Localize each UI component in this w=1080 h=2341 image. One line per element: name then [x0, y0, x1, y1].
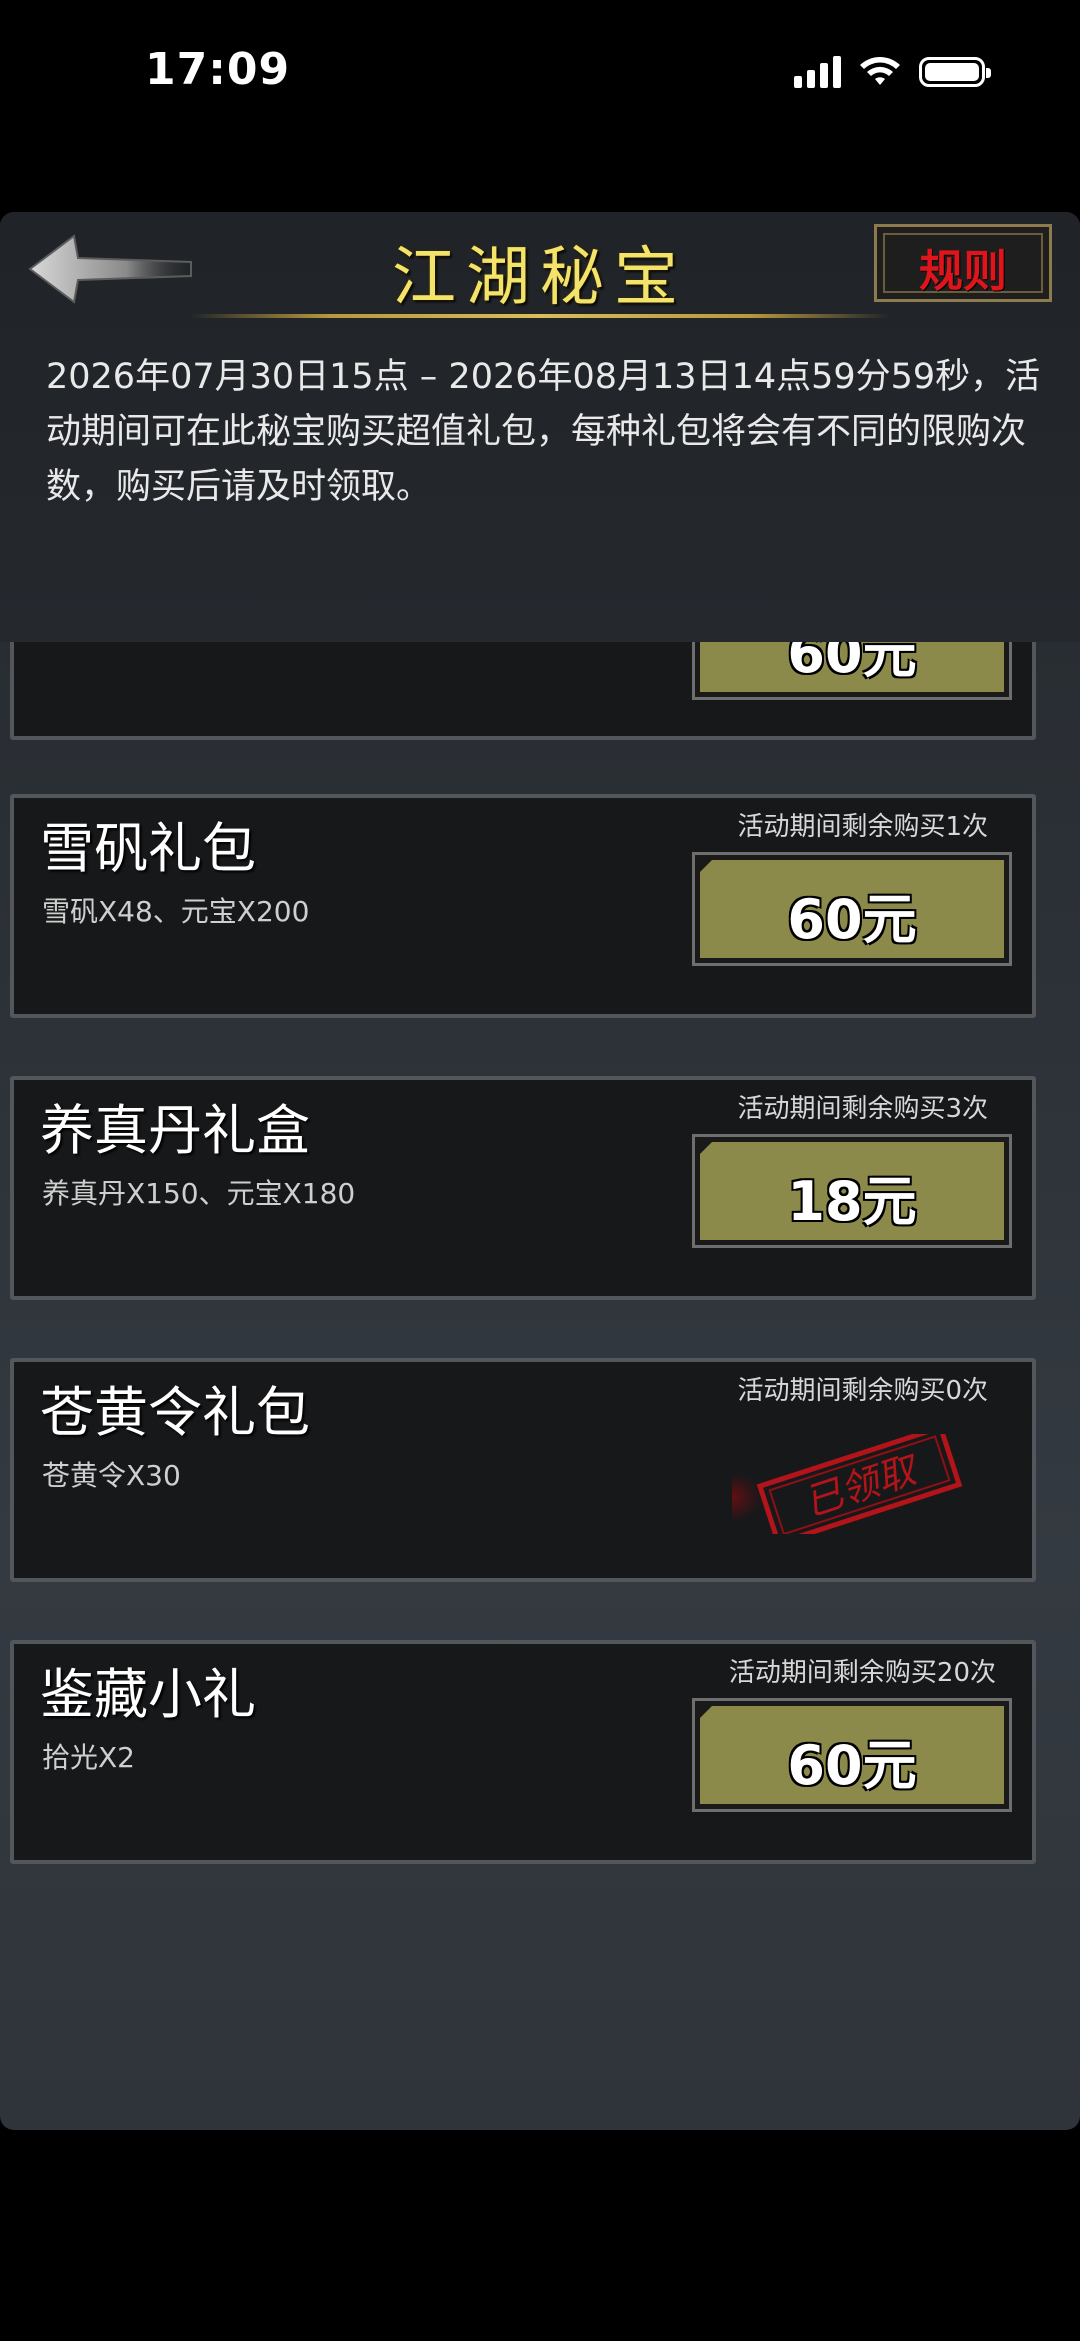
package-title: 雪矾礼包 — [40, 817, 256, 880]
price-button[interactable]: 60元 — [692, 852, 1012, 966]
wifi-icon — [860, 57, 900, 85]
claimed-stamp: 已领取 — [732, 1434, 963, 1534]
list-item: 鉴藏小礼 拾光X2 活动期间剩余购买20次 60元 — [10, 1640, 1036, 1864]
price-button[interactable]: 60元 — [692, 1698, 1012, 1812]
purchase-remaining: 活动期间剩余购买20次 — [728, 1658, 996, 1688]
treasure-panel: 60元 雪矾礼包 雪矾X48、元宝X200 活动期间剩余购买1次 60元 养真丹… — [0, 212, 1080, 2130]
cellular-signal-icon — [794, 56, 841, 88]
title-divider — [190, 314, 890, 318]
list-item: 苍黄令礼包 苍黄令X30 活动期间剩余购买0次 已领取 — [10, 1358, 1036, 1582]
package-title: 苍黄令礼包 — [40, 1381, 310, 1444]
package-contents: 雪矾X48、元宝X200 — [42, 895, 310, 928]
package-contents: 拾光X2 — [42, 1741, 135, 1774]
purchase-remaining: 活动期间剩余购买3次 — [737, 1094, 988, 1124]
status-icons — [794, 52, 991, 92]
battery-icon — [919, 57, 991, 87]
rules-button[interactable]: 规则 — [874, 224, 1052, 302]
price-button[interactable]: 18元 — [692, 1134, 1012, 1248]
price-label: 60元 — [787, 888, 917, 951]
rules-label: 规则 — [919, 246, 1007, 297]
price-label: 60元 — [787, 1734, 917, 1797]
purchase-remaining: 活动期间剩余购买1次 — [737, 812, 988, 842]
price-label: 18元 — [787, 1170, 917, 1233]
event-description: 2026年07月30日15点 – 2026年08月13日14点59分59秒，活动… — [46, 357, 1041, 507]
purchase-remaining: 活动期间剩余购买0次 — [737, 1376, 988, 1406]
status-time: 17:09 — [145, 44, 291, 95]
package-title: 养真丹礼盒 — [40, 1099, 310, 1162]
status-bar: 17:09 — [0, 0, 1080, 150]
package-title: 鉴藏小礼 — [40, 1663, 256, 1726]
package-contents: 养真丹X150、元宝X180 — [42, 1177, 356, 1210]
package-contents: 苍黄令X30 — [42, 1459, 181, 1492]
list-item: 雪矾礼包 雪矾X48、元宝X200 活动期间剩余购买1次 60元 — [10, 794, 1036, 1018]
header: 江湖秘宝 规则 2026年07月30日15点 – 2026年08月13日14点5… — [0, 212, 1080, 642]
stamp-text: 已领取 — [799, 1446, 926, 1525]
list-item: 养真丹礼盒 养真丹X150、元宝X180 活动期间剩余购买3次 18元 — [10, 1076, 1036, 1300]
